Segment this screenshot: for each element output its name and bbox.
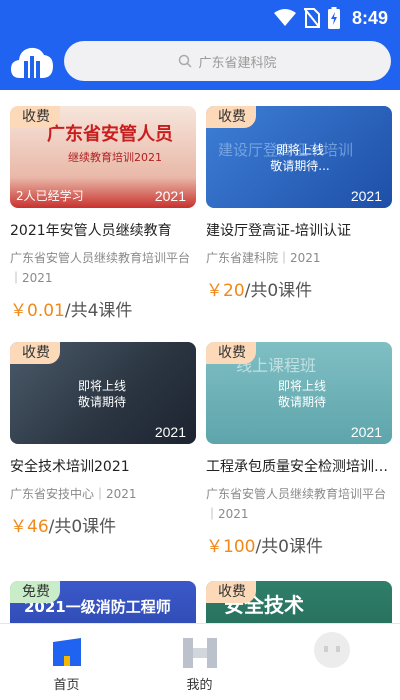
wifi-icon <box>273 9 296 26</box>
course-price: ￥100 <box>206 537 256 557</box>
stay-tuned-text: 敬请期待... <box>270 159 330 173</box>
course-card[interactable]: 2021一级消防工程师 免费 <box>10 581 196 623</box>
coming-soon-text: 即将上线 <box>275 143 324 157</box>
paid-badge: 收费 <box>206 342 256 364</box>
free-badge: 免费 <box>10 581 60 603</box>
course-year: 2021 <box>154 424 186 440</box>
search-bar[interactable]: 广东省建科院 <box>64 41 391 81</box>
paid-badge: 收费 <box>206 106 256 128</box>
course-year: 2021 <box>350 424 382 440</box>
course-card[interactable]: 安全技术 收费 <box>206 581 392 623</box>
stay-tuned-text: 敬请期待 <box>277 395 326 409</box>
course-year: 2021 <box>154 188 186 204</box>
course-title: 建设厅登高证-培训认证 <box>206 223 352 239</box>
user-avatar-icon <box>314 632 350 668</box>
course-title: 工程承包质量安全检测培训2021 <box>206 459 392 475</box>
thumbnail-headline: 广东省安管人员 <box>47 124 173 145</box>
home-icon <box>53 638 81 666</box>
course-thumbnail[interactable]: 2021一级消防工程师 免费 <box>10 581 196 623</box>
thumbnail-subtitle: 继续教育培训2021 <box>68 151 162 164</box>
profile-icon <box>183 638 217 668</box>
course-title: 2021年安管人员继续教育 <box>10 223 172 239</box>
cloud-building-logo-icon[interactable] <box>10 42 54 82</box>
course-price-row: ￥20/共0课件 <box>206 276 392 301</box>
course-lessons: /共4课件 <box>64 301 133 321</box>
course-thumbnail[interactable]: 线上课程班 即将上线 敬请期待 收费 2021 <box>206 342 392 444</box>
course-provider: 广东省安技中心｜2021 <box>10 487 137 501</box>
coming-soon-text: 即将上线 <box>277 379 326 393</box>
status-bar: 8:49 <box>0 0 400 34</box>
bottom-nav: 首页 我的 <box>0 623 400 700</box>
nav-label-mine: 我的 <box>186 678 213 693</box>
course-price-row: ￥0.01/共4课件 <box>10 296 196 321</box>
course-card[interactable]: 线上课程班 即将上线 敬请期待 收费 2021 工程承包质量安全检测培训2021… <box>206 342 392 557</box>
course-thumbnail[interactable]: 广东省安管人员 继续教育培训2021 收费 2人已经学习 2021 <box>10 106 196 208</box>
course-lessons: /共0课件 <box>244 281 313 301</box>
course-price: ￥20 <box>206 281 245 301</box>
no-sim-icon <box>303 8 320 28</box>
learner-count: 2人已经学习 <box>16 189 84 203</box>
battery-charging-icon <box>327 7 340 29</box>
stay-tuned-text: 敬请期待 <box>77 395 126 409</box>
course-grid: 广东省安管人员 继续教育培训2021 收费 2人已经学习 2021 2021年安… <box>0 90 400 623</box>
course-provider: 广东省安管人员继续教育培训平台｜2021 <box>206 487 387 521</box>
clock-time: 8:49 <box>351 7 388 28</box>
nav-item-extra[interactable] <box>266 624 399 700</box>
search-placeholder: 广东省建科院 <box>198 55 277 71</box>
course-lessons: /共0课件 <box>255 537 323 557</box>
course-thumbnail[interactable]: 建设厅登高证书培训 即将上线 敬请期待... 收费 2021 <box>206 106 392 208</box>
course-thumbnail[interactable]: 安全技术 收费 <box>206 581 392 623</box>
course-price-row: ￥100/共0课件 <box>206 532 392 557</box>
course-provider: 广东省安管人员继续教育培训平台｜2021 <box>10 251 191 285</box>
course-card[interactable]: 建设厅登高证书培训 即将上线 敬请期待... 收费 2021 建设厅登高证-培训… <box>206 106 392 301</box>
course-price-row: ￥46/共0课件 <box>10 512 196 537</box>
course-provider: 广东省建科院｜2021 <box>206 251 321 265</box>
paid-badge: 收费 <box>10 106 60 128</box>
course-thumbnail[interactable]: 即将上线 敬请期待 收费 2021 <box>10 342 196 444</box>
course-price: ￥0.01 <box>10 301 65 321</box>
paid-badge: 收费 <box>10 342 60 364</box>
nav-item-home[interactable]: 首页 <box>0 624 133 700</box>
nav-label-home: 首页 <box>53 678 80 693</box>
course-lessons: /共0课件 <box>48 517 117 537</box>
course-price: ￥46 <box>10 517 49 537</box>
coming-soon-text: 即将上线 <box>77 379 126 393</box>
paid-badge: 收费 <box>206 581 256 603</box>
app-header: 8:49 广东省建科院 <box>0 0 400 90</box>
course-year: 2021 <box>350 188 382 204</box>
course-card[interactable]: 即将上线 敬请期待 收费 2021 安全技术培训2021 广东省安技中心｜202… <box>10 342 196 537</box>
nav-item-mine[interactable]: 我的 <box>133 624 266 700</box>
course-card[interactable]: 广东省安管人员 继续教育培训2021 收费 2人已经学习 2021 2021年安… <box>10 106 196 321</box>
search-icon <box>179 54 193 68</box>
course-title: 安全技术培训2021 <box>10 459 130 475</box>
